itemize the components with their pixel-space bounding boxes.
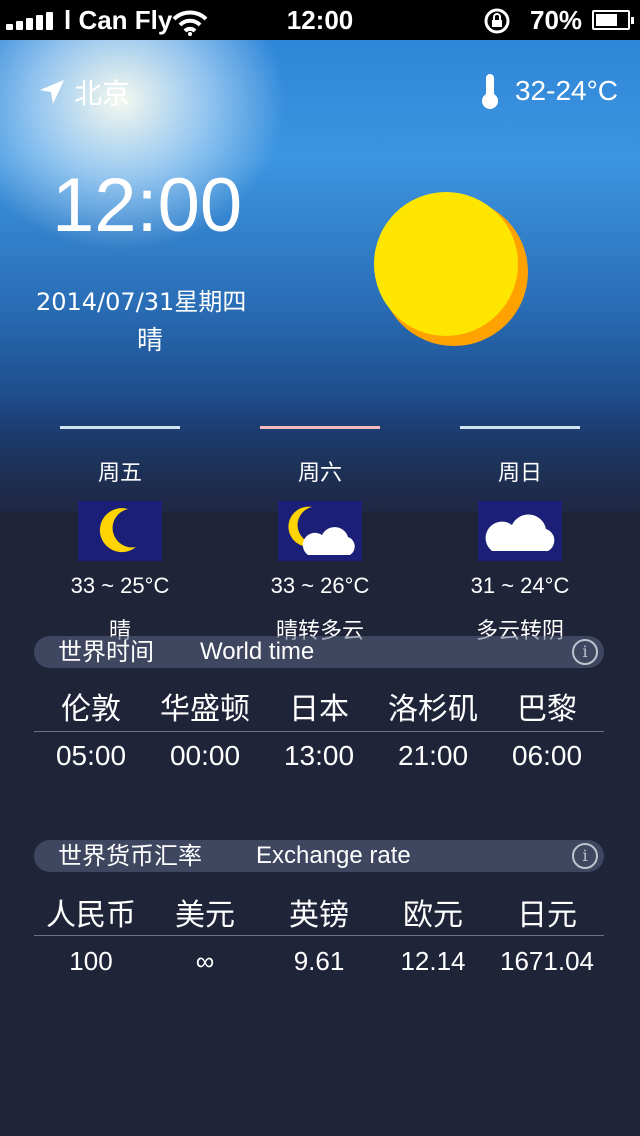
current-date: 2014/07/31星期四: [36, 288, 247, 316]
world-time-divider: [34, 731, 604, 732]
sun-icon: [368, 188, 532, 348]
city-time: 13:00: [283, 740, 355, 771]
forecast-day: 周六: [297, 461, 342, 486]
currency-label: 日元: [517, 898, 577, 933]
temp-range-text: 32-24°C: [514, 75, 618, 106]
thermometer-icon: [481, 74, 498, 109]
currency-label: 欧元: [403, 898, 463, 933]
currency-label: 英镑: [289, 898, 349, 933]
world-time-header: 世界时间 World time i: [34, 636, 604, 668]
currency-value: 1671.04: [500, 946, 594, 976]
currency-label: 人民币: [46, 898, 136, 933]
city-label: 洛杉矶: [388, 692, 478, 727]
exchange-title-zh: 世界货币汇率: [58, 842, 202, 870]
status-bar: l Can Fly 12:00 70%: [0, 0, 640, 40]
city-time: 05:00: [55, 740, 127, 771]
city-label: 巴黎: [517, 692, 577, 727]
forecast-item[interactable]: 周日 31 ~ 24°C 多云转阴: [420, 420, 620, 645]
currency-value: 100: [69, 946, 113, 976]
currency-value: 12.14: [400, 946, 466, 976]
forecast-temp: 31 ~ 24°C: [470, 573, 570, 598]
current-time: 12:00: [52, 163, 243, 248]
forecast-divider: [60, 426, 180, 429]
exchange-divider: [34, 935, 604, 936]
currency-value: 9.61: [293, 946, 345, 976]
moon-icon: [78, 501, 162, 561]
city-time: 21:00: [397, 740, 469, 771]
forecast-item[interactable]: 周六 33 ~ 26°C 晴转多云: [220, 420, 420, 645]
exchange-currencies: 人民币 美元 英镑 欧元 日元: [34, 890, 604, 934]
world-time-cities: 伦敦 华盛顿 日本 洛杉矶 巴黎: [34, 684, 604, 728]
city-time: 00:00: [169, 740, 241, 771]
temperature-range: 32-24°C: [479, 72, 618, 110]
forecast-divider: [460, 426, 580, 429]
forecast: 周五 33 ~ 25°C 晴 周六 33 ~ 26°C 晴转多云 周日 31 ~…: [0, 420, 640, 644]
info-icon[interactable]: i: [572, 843, 598, 869]
exchange-title-en: Exchange rate: [256, 842, 411, 869]
forecast-temp: 33 ~ 26°C: [270, 573, 370, 598]
info-icon[interactable]: i: [572, 639, 598, 665]
currency-label: 美元: [175, 898, 235, 933]
city-name: 北京: [74, 77, 131, 110]
city-label: 日本: [289, 692, 349, 727]
moon-cloud-icon: [278, 501, 362, 561]
city-label: 华盛顿: [160, 692, 250, 727]
currency-value: ∞: [195, 946, 215, 976]
exchange-values: 100 ∞ 9.61 12.14 1671.04: [34, 946, 604, 977]
battery-percent: 70%: [530, 5, 583, 35]
forecast-day: 周日: [497, 461, 542, 486]
forecast-day: 周五: [97, 461, 142, 486]
battery-icon: [592, 10, 634, 30]
forecast-temp: 33 ~ 25°C: [70, 573, 170, 598]
exchange-header: 世界货币汇率 Exchange rate i: [34, 840, 604, 872]
world-time-title-zh: 世界时间: [58, 638, 154, 666]
world-time-values: 05:00 00:00 13:00 21:00 06:00: [34, 740, 604, 772]
current-condition: 晴: [136, 326, 163, 356]
city-time: 06:00: [511, 740, 583, 771]
world-time-title-en: World time: [200, 638, 315, 665]
forecast-divider: [260, 426, 380, 429]
city-label: 伦敦: [61, 692, 121, 727]
location-arrow-icon: [40, 80, 64, 104]
forecast-item[interactable]: 周五 33 ~ 25°C 晴: [20, 420, 220, 645]
cloud-icon: [478, 501, 562, 561]
location-button[interactable]: 北京: [38, 72, 130, 112]
